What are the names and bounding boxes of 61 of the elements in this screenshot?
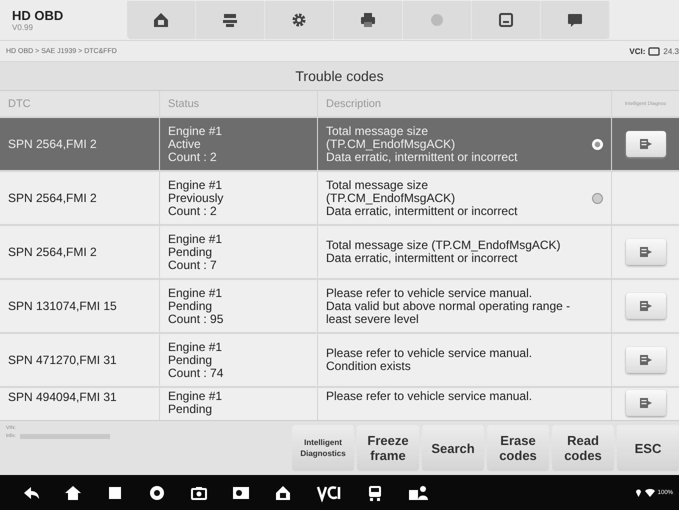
freeze-frame-radio[interactable] [592,192,603,204]
table-row[interactable]: SPN 2564,FMI 2 Engine #1 Previously Count : 2 Total message size (TP.CM_EndofMsgACK) Data erratic, intermittent or incorrect [0,172,679,226]
location-icon [634,488,642,497]
report-icon [638,300,652,312]
panel-title: Trouble codes [0,62,679,91]
printer-icon [359,11,377,29]
wifi-icon [644,488,655,496]
app-title: HD OBD [12,8,64,23]
action-button[interactable]: Freeze frame [357,425,419,471]
report-icon [638,354,652,366]
table-row[interactable]: SPN 131074,FMI 15 Engine #1 Pending Count : 95 Please refer to vehicle service manual. Data valid but above normal operating range - least severe level [0,280,679,334]
table-row[interactable]: SPN 471270,FMI 31 Engine #1 Pending Count : 74 Please refer to vehicle service manual. Condition exists [0,334,679,388]
diagnose-button[interactable] [626,390,666,416]
table-row[interactable]: SPN 2564,FMI 2 Engine #1 Pending Count : 7 Total message size (TP.CM_EndofMsgACK) Data erratic, intermittent or incorrect [0,226,679,280]
vci-label: VCI: [629,46,646,56]
description-text: Total message size (TP.CM_EndofMsgACK) Data erratic, intermittent or incorrect [326,239,561,265]
column-header: Status [160,91,318,116]
dtc-code: SPN 131074,FMI 15 [8,299,117,313]
dtc-code: SPN 471270,FMI 31 [8,353,117,367]
dtc-code: SPN 2564,FMI 2 [8,245,97,259]
vci-icon[interactable] [316,484,342,502]
status-text: Engine #1 Pending Count : 74 [168,340,224,380]
house-icon [152,11,170,29]
people-icon[interactable] [408,484,430,502]
gear-icon [290,11,308,29]
report-icon [638,246,652,258]
save-icon [497,11,515,29]
disabled-circle-icon [428,11,446,29]
column-header: Description [318,91,612,116]
status-text: Engine #1 Pending [168,390,222,416]
dtc-code: SPN 494094,FMI 31 [8,390,117,404]
diagnose-button[interactable] [626,131,666,157]
description-text: Total message size (TP.CM_EndofMsgACK) Data erratic, intermittent or incorrect [326,124,518,164]
description-text: Total message size (TP.CM_EndofMsgACK) Data erratic, intermittent or incorrect [326,178,518,218]
status-text: Engine #1 Pending Count : 7 [168,232,222,272]
report-icon [638,138,652,150]
home-icon[interactable] [64,484,82,502]
house-icon[interactable] [274,484,292,502]
status-text: Engine #1 Active Count : 2 [168,124,222,164]
vci-value: 24.3 [663,46,679,56]
description-text: Please refer to vehicle service manual. Data valid but above normal operating range - least severe level [326,286,570,326]
dtc-code: SPN 2564,FMI 2 [8,137,97,151]
column-header: DTC [0,91,160,116]
dtc-code: SPN 2564,FMI 2 [8,191,97,205]
action-button[interactable]: Intelligent Diagnostics [292,425,354,471]
report-icon [638,397,652,409]
diagnose-button[interactable] [626,347,666,373]
action-button[interactable]: Read codes [552,425,614,471]
action-button[interactable]: Search [422,425,484,471]
status-text: Engine #1 Pending Count : 95 [168,286,224,326]
message-icon [566,11,584,29]
diagnose-button[interactable] [626,293,666,319]
table-row[interactable]: SPN 2564,FMI 2 Engine #1 Active Count : 2 Total message size (TP.CM_EndofMsgACK) Data erratic, intermittent or incorrect [0,118,679,172]
description-text: Please refer to vehicle service manual. Condition exists [326,347,532,373]
status-text: Engine #1 Previously Count : 2 [168,178,224,218]
diagnose-button[interactable] [626,239,666,265]
app-version: V0.99 [12,23,34,32]
action-button[interactable]: Erase codes [487,425,549,471]
action-button[interactable]: ESC [617,425,679,471]
description-text: Please refer to vehicle service manual. [326,390,532,403]
truck-icon[interactable] [366,484,384,502]
